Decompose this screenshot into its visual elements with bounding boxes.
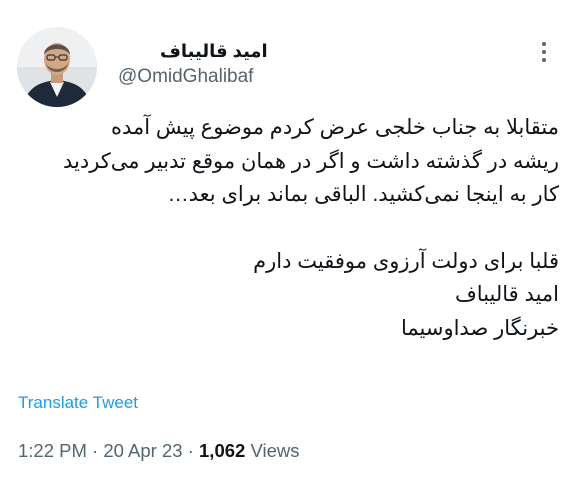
tweet-meta: 1:22 PM · 20 Apr 23 · 1,062 Views — [18, 440, 299, 462]
avatar-image — [17, 27, 97, 107]
tweet-date[interactable]: 20 Apr 23 — [103, 440, 182, 461]
tweet-line: خبرنگار صداوسیما — [400, 316, 559, 340]
tweet-text: متقابلا به جناب خلجی عرض کردم موضوع پیش … — [14, 111, 559, 345]
tweet-line: کار به اینجا نمی‌کشید. الباقی بماند برای… — [167, 183, 559, 206]
tweet-card: امید قالیباف @OmidGhalibaf متقابلا به جن… — [0, 0, 576, 487]
translate-tweet-link[interactable]: Translate Tweet — [18, 393, 138, 413]
more-vertical-icon[interactable] — [537, 40, 551, 64]
views-label: Views — [245, 440, 300, 461]
tweet-line: قلبا برای دولت آرزوی موفقیت دارم — [253, 249, 559, 273]
views-count[interactable]: 1,062 — [199, 440, 245, 461]
tweet-time[interactable]: 1:22 PM — [18, 440, 87, 461]
tweet-line: امید قالیباف — [455, 283, 559, 306]
author-name[interactable]: امید قالیباف — [160, 41, 268, 62]
meta-separator: · — [182, 440, 200, 461]
meta-separator: · — [86, 440, 104, 461]
tweet-line: ریشه در گذشته داشت و اگر در همان موقع تد… — [62, 149, 559, 173]
author-handle[interactable]: @OmidGhalibaf — [118, 66, 253, 88]
tweet-line: متقابلا به جناب خلجی عرض کردم موضوع پیش … — [110, 116, 559, 139]
avatar[interactable] — [17, 27, 97, 107]
